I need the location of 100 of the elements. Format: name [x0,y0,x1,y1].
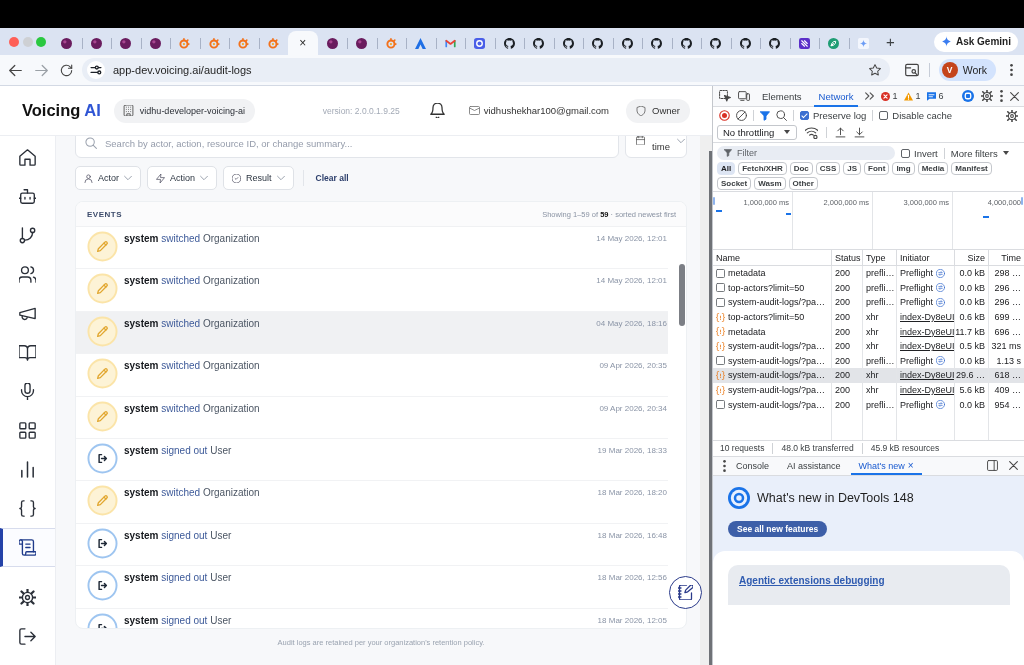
new-tab-button[interactable]: + [884,34,897,49]
checkbox[interactable] [800,111,809,120]
request-row[interactable]: system-audit-logs/?pa… 200 xhr index-Dy8eUI 29.6 … 618 … [713,368,1024,383]
clear-all-link[interactable]: Clear all [315,173,349,183]
type-chip[interactable]: Socket [717,177,752,190]
event-row[interactable]: system switched Organization 04 May 2026, 18:16 [76,311,668,355]
feature-link[interactable]: Agentic extensions debugging [739,574,885,586]
circle-slash-icon[interactable] [736,110,747,121]
column-header[interactable]: Time [989,250,1024,265]
event-row[interactable]: system signed out User 18 Mar 2026, 16:48 [76,523,668,567]
initiator-link[interactable]: index-Dy8eUI [900,341,954,352]
type-chip[interactable]: Manifest [951,162,992,175]
bell-icon[interactable] [429,103,445,118]
type-chip[interactable]: Fetch/XHR [738,162,787,175]
initiator-link[interactable]: index-Dy8eUI [900,312,954,323]
request-row[interactable]: system-audit-logs/?pa… 200 xhr index-Dy8eUI 0.5 kB 321 ms [713,338,1024,354]
initiator-link[interactable]: index-Dy8eUI [900,326,954,337]
issue-counter[interactable]: 1 [904,91,921,101]
column-header[interactable]: Size [955,250,989,265]
reload-icon[interactable] [60,63,73,77]
type-chip[interactable]: Wasm [754,177,786,190]
more-filters-button[interactable]: More filters [950,147,1009,159]
download-icon[interactable] [854,126,865,138]
cat-silhouette-icon [680,37,692,49]
type-chip[interactable]: Media [917,162,949,175]
panel-tab[interactable]: Network [813,86,859,107]
back-icon[interactable] [9,63,22,77]
filter-icon[interactable] [760,110,770,121]
settings-icon[interactable] [981,90,993,102]
checkbox[interactable] [879,111,889,120]
type-chip[interactable]: Font [864,162,890,175]
type-chip[interactable]: Img [892,162,915,175]
event-row[interactable]: system signed out User 19 Mar 2026, 18:33 [76,438,668,482]
request-row[interactable]: system-audit-logs/?pa… 200 xhr index-Dy8eUI 5.6 kB 409 … [713,382,1024,398]
column-header[interactable]: Type [863,250,897,265]
wifi-icon[interactable] [805,125,818,139]
filter-button[interactable]: Actor [75,166,141,190]
filter-button[interactable]: Result [223,166,294,190]
event-row[interactable]: system switched Organization 14 May 2026, 12:01 [76,227,668,270]
column-header[interactable]: Name [713,250,832,265]
range-handle[interactable] [1021,197,1023,205]
issue-counter[interactable]: 6 [927,91,944,101]
browser-tab[interactable]: × [288,31,318,55]
time-filter-button[interactable]: time [625,136,687,158]
ask-button[interactable]: Ask Gemini [933,31,1018,52]
column-header[interactable]: Status [832,250,863,265]
features-button[interactable]: See all new features [728,520,828,537]
tab-search-icon[interactable] [904,63,919,77]
request-row[interactable]: top-actors?limit=50 200 xhr index-Dy8eUI 0.6 kB 699 … [713,309,1024,325]
org-switcher-button[interactable]: vidhu-developer-voicing-ai [113,98,255,123]
star-icon[interactable] [868,64,881,76]
profile-button[interactable]: V Work [938,59,996,81]
address-field[interactable]: app-dev.voicing.ai/audit-logs [82,58,890,82]
settings-icon[interactable] [1006,109,1018,122]
initiator-link[interactable]: index-Dy8eUI [900,370,954,381]
type-chip[interactable]: Doc [789,162,813,175]
type-chip[interactable]: CSS [815,162,841,175]
record-icon[interactable] [719,110,730,121]
type-chip[interactable]: Other [788,177,818,190]
checkbox[interactable] [901,148,910,158]
drawer-tab[interactable]: AI assistance [779,456,849,475]
range-handle[interactable] [713,197,715,205]
close-icon[interactable] [1009,461,1018,470]
panel-tab[interactable]: Elements [757,86,807,107]
event-row[interactable]: system switched Organization 14 May 2026, 12:01 [76,269,668,312]
device-icon[interactable] [738,90,750,102]
square-in-circle-icon[interactable] [962,90,974,102]
filter-field[interactable]: Filter [717,146,895,160]
initiator-link[interactable]: index-Dy8eUI [900,385,954,396]
request-row[interactable]: metadata 200 xhr index-Dy8eUI 11.7 kB 696 … [713,324,1024,339]
search-icon[interactable] [776,110,787,121]
request-row[interactable]: metadata 200 prefli… Preflight 0.0 kB 298 … [713,266,1024,281]
issue-counter[interactable]: 1 [881,91,898,101]
type-chip[interactable]: All [717,162,736,175]
drawer-tab[interactable]: Console [728,456,778,475]
tab-close-button[interactable]: × [297,36,309,50]
event-row[interactable]: system switched Organization 18 Mar 2026, 18:20 [76,481,668,524]
search-field[interactable]: Search by actor, action, resource ID, or change summary... [75,136,619,158]
filter-button[interactable]: Action [147,166,218,190]
dock-icon[interactable] [987,460,998,471]
inspect-icon[interactable] [719,90,731,102]
sidebar-item[interactable] [0,528,55,567]
throttling-select[interactable]: No throttling [717,124,797,140]
more-icon[interactable] [723,459,726,472]
request-row[interactable]: system-audit-logs/?pa… 200 prefli… Preflight 0.0 kB 954 … [713,397,1024,412]
event-row[interactable]: system signed out User 18 Mar 2026, 12:56 [76,566,668,609]
column-header[interactable]: Initiator [897,250,955,265]
close-icon[interactable] [1010,91,1019,101]
more-icon[interactable] [1010,64,1013,76]
more-icon[interactable] [1000,90,1003,102]
event-row[interactable]: system signed out User 18 Mar 2026, 12:05 [76,608,668,628]
event-row[interactable]: system switched Organization 09 Apr 2026, 20:35 [76,354,668,397]
event-row[interactable]: system switched Organization 09 Apr 2026, 20:34 [76,396,668,439]
tab-close-button[interactable]: × [907,460,914,471]
request-row[interactable]: system-audit-logs/?pa… 200 prefli… Preflight 0.0 kB 296 … [713,295,1024,310]
request-row[interactable]: top-actors?limit=50 200 prefli… Preflight 0.0 kB 296 … [713,280,1024,296]
upload-icon[interactable] [835,126,846,138]
chevrons-icon[interactable] [865,92,875,100]
type-chip[interactable]: JS [843,162,862,175]
sliders-icon[interactable] [87,61,105,79]
